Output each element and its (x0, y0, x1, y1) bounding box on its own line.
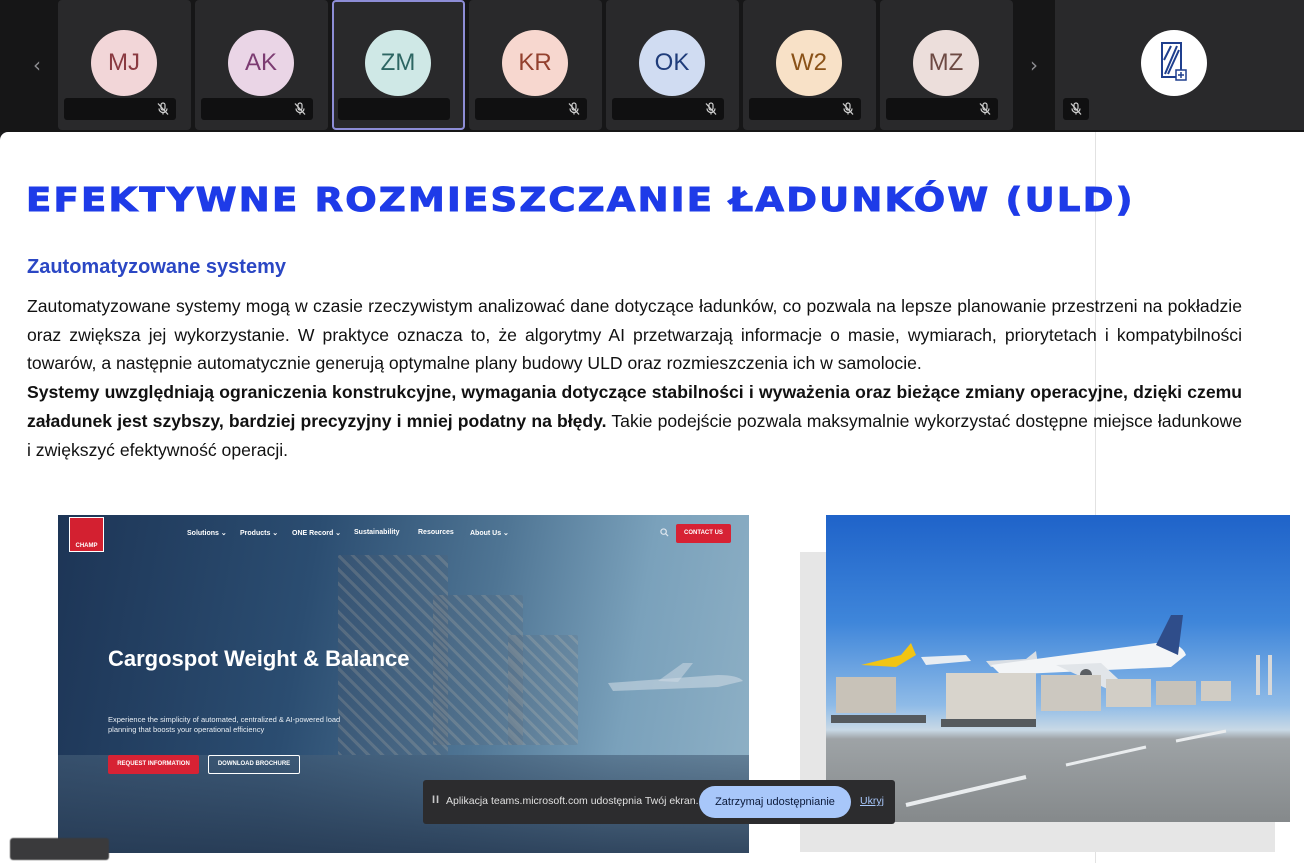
participant-tile-logo[interactable] (1055, 0, 1304, 130)
airport-scene-graphic (831, 615, 1272, 807)
organization-logo-avatar (1141, 30, 1207, 96)
participant-name-pill (475, 98, 587, 120)
contact-us-button[interactable]: CONTACT US (676, 524, 731, 543)
cargo-pallet-graphic (508, 635, 578, 745)
web-nav-products[interactable]: Products ⌄ (240, 529, 278, 537)
participant-tile[interactable]: AK (195, 0, 328, 130)
participant-tile[interactable]: OK (606, 0, 739, 130)
web-nav-solutions[interactable]: Solutions ⌄ (187, 529, 227, 537)
chevron-left-icon[interactable]: ‹ (20, 0, 54, 130)
search-icon[interactable] (660, 528, 669, 537)
participant-name-pill (64, 98, 176, 120)
shared-screen-slide: EFEKTYWNE ROZMIESZCZANIE ŁADUNKÓW (ULD) … (0, 132, 1304, 863)
stop-sharing-button[interactable]: Zatrzymaj udostępnianie (699, 786, 851, 818)
participant-tile-active[interactable]: ZM (332, 0, 465, 130)
participant-tile[interactable]: W2 (743, 0, 876, 130)
participant-name-pill (886, 98, 998, 120)
avatar: KR (502, 30, 568, 96)
request-information-button[interactable]: REQUEST INFORMATION (108, 755, 199, 774)
participant-strip: ‹ MJ AK ZM KR OK W2 MZ › (0, 0, 1304, 132)
organization-logo-icon (1161, 42, 1187, 81)
avatar: ZM (365, 30, 431, 96)
hide-link[interactable]: Ukryj (860, 795, 884, 807)
participant-name (72, 102, 148, 114)
drag-handle-icon[interactable]: II (432, 794, 440, 806)
participant-name-pill (338, 98, 450, 120)
avatar: W2 (776, 30, 842, 96)
screen-share-notification-bar: II Aplikacja teams.microsoft.com udostęp… (423, 780, 895, 824)
mic-off-icon (979, 102, 991, 115)
download-brochure-button[interactable]: DOWNLOAD BROCHURE (208, 755, 300, 774)
teams-meeting-window: ‹ MJ AK ZM KR OK W2 MZ › EFEKTYWNE ROZMI… (0, 0, 1304, 863)
avatar: MZ (913, 30, 979, 96)
participant-name-pill (201, 98, 313, 120)
slide-subtitle: Zautomatyzowane systemy (27, 256, 286, 278)
avatar: AK (228, 30, 294, 96)
slide-body-text: Zautomatyzowane systemy mogą w czasie rz… (27, 292, 1242, 464)
web-nav-resources[interactable]: Resources (418, 529, 454, 536)
mic-off-icon (842, 102, 854, 115)
champ-logo[interactable]: CHAMP (69, 517, 104, 552)
airplane-graphic (608, 663, 743, 691)
participant-name (620, 102, 696, 114)
participant-name (757, 102, 833, 114)
body-text-intro: Zautomatyzowane systemy mogą w czasie rz… (27, 296, 1242, 374)
redacted-label (10, 838, 109, 860)
participant-name (346, 102, 422, 114)
slide-title: EFEKTYWNE ROZMIESZCZANIE ŁADUNKÓW (ULD) (25, 180, 1135, 220)
participant-tile[interactable]: MJ (58, 0, 191, 130)
web-description: Experience the simplicity of automated, … (108, 715, 341, 734)
mic-off-icon (568, 102, 580, 115)
avatar: OK (639, 30, 705, 96)
mic-off-icon (294, 102, 306, 115)
champ-logo-text: CHAMP (75, 543, 98, 549)
participant-name-pill (749, 98, 861, 120)
airport-photo-image (826, 515, 1290, 822)
mic-off-pill (1063, 98, 1089, 120)
mic-off-icon (157, 102, 169, 115)
participant-name (894, 102, 970, 114)
avatar: MJ (91, 30, 157, 96)
participant-name-pill (612, 98, 724, 120)
participant-tile[interactable]: KR (469, 0, 602, 130)
mic-off-icon (1070, 102, 1082, 115)
mic-off-icon (705, 102, 717, 115)
web-nav-one-record[interactable]: ONE Record ⌄ (292, 529, 341, 537)
screen-share-message: Aplikacja teams.microsoft.com udostępnia… (446, 795, 699, 807)
participant-tile[interactable]: MZ (880, 0, 1013, 130)
web-nav-sustainability[interactable]: Sustainability (354, 529, 400, 536)
chevron-right-icon[interactable]: › (1017, 0, 1051, 130)
participant-name (483, 102, 559, 114)
web-headline: Cargospot Weight & Balance (108, 646, 410, 671)
participant-name (209, 102, 285, 114)
web-nav-about-us[interactable]: About Us ⌄ (470, 529, 509, 537)
